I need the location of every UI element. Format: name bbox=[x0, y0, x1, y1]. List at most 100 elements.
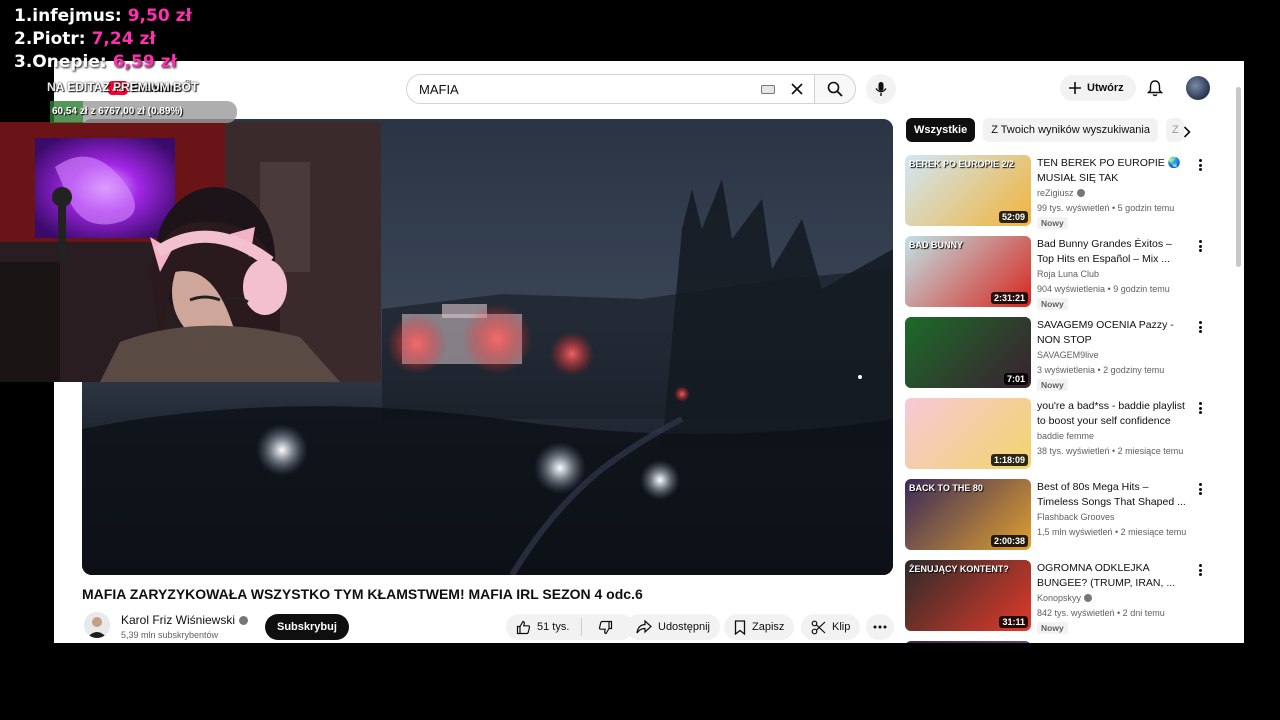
recommendation-item[interactable]: BACK TO THE 80 2:00:38 Best of 80s Mega Hi… bbox=[905, 479, 1210, 556]
webcam-overlay bbox=[0, 122, 381, 382]
like-button[interactable]: 51 tys. bbox=[506, 618, 583, 636]
leaderboard-rank: 1. bbox=[14, 6, 33, 26]
new-badge: Nowy bbox=[1037, 622, 1068, 634]
thumbs-down-icon bbox=[599, 620, 613, 634]
recommendation-channel[interactable]: SAVAGEM9live bbox=[1037, 350, 1099, 360]
more-vertical-icon[interactable] bbox=[1195, 319, 1205, 335]
recommendation-channel[interactable]: Flashback Grooves bbox=[1037, 512, 1115, 522]
video-thumbnail[interactable]: BACK TO THE 80 2:00:38 bbox=[905, 479, 1031, 550]
save-button[interactable]: Zapisz bbox=[724, 614, 795, 640]
recommendation-title[interactable]: TEN BEREK PO EUROPIE 🌏 MUSIAŁ SIĘ TAK SK… bbox=[1037, 156, 1189, 186]
recommendation-channel[interactable]: Konopskyy bbox=[1037, 593, 1093, 603]
bookmark-icon bbox=[734, 619, 746, 635]
recommendation-item[interactable]: 1:18:09 you're a bad*ss - baddie playlist… bbox=[905, 398, 1210, 475]
more-vertical-icon[interactable] bbox=[1195, 562, 1205, 578]
recommendation-meta: 842 tys. wyświetleń • 2 dni temu bbox=[1037, 608, 1165, 618]
recommendations-list: BEREK PO EUROPIE 2/2 52:09 TEN BEREK PO EU… bbox=[905, 155, 1210, 643]
recommendation-channel-label[interactable]: baddie femme bbox=[1037, 431, 1094, 441]
stream-overlay-tag: NA EDITAZ PREMIUM BOT bbox=[47, 80, 199, 94]
search-input-value[interactable]: MAFIA bbox=[419, 82, 761, 97]
dislike-button[interactable] bbox=[588, 620, 623, 635]
recommendation-item[interactable]: TrapSoul Mix (2026) | Chris bbox=[905, 641, 1210, 643]
recommendation-channel-label[interactable]: Flashback Grooves bbox=[1037, 512, 1115, 522]
recommendation-meta: 1,5 mln wyświetleń • 2 miesiące temu bbox=[1037, 527, 1187, 537]
recommendation-meta: 3 wyświetlenia • 2 godziny temu bbox=[1037, 365, 1165, 375]
recommendation-title[interactable]: TrapSoul Mix (2026) | Chris bbox=[1037, 642, 1189, 643]
channel-name-label[interactable]: Karol Friz Wiśniewski bbox=[121, 613, 235, 627]
video-thumbnail[interactable]: 1:18:09 bbox=[905, 398, 1031, 469]
leaderboard-amount: 9,50 zł bbox=[127, 6, 192, 26]
recommendation-meta: 38 tys. wyświetleń • 2 miesiące temu bbox=[1037, 446, 1184, 456]
recommendation-meta: 904 wyświetlenia • 9 godzin temu bbox=[1037, 284, 1170, 294]
clear-search-icon[interactable] bbox=[785, 77, 809, 101]
leaderboard-row: 2. Piotr: 7,24 zł bbox=[14, 29, 192, 52]
recommendation-channel[interactable]: Roja Luna Club bbox=[1037, 269, 1099, 279]
recommendation-title[interactable]: Bad Bunny Grandes Éxitos – Top Hits en E… bbox=[1037, 237, 1189, 267]
more-vertical-icon[interactable] bbox=[1195, 238, 1205, 254]
desktop-stage: 1. infejmus: 9,50 zł 2. Piotr: 7,24 zł 3. One… bbox=[0, 0, 1280, 720]
subscribe-button[interactable]: Subskrybuj bbox=[265, 614, 349, 640]
new-badge: Nowy bbox=[1037, 298, 1068, 310]
account-avatar[interactable] bbox=[1186, 76, 1210, 100]
video-duration: 7:01 bbox=[1003, 373, 1028, 385]
notifications-button[interactable] bbox=[1144, 77, 1166, 99]
chip-from-search[interactable]: Z Twoich wyników wyszukiwania bbox=[983, 118, 1158, 142]
video-thumbnail[interactable]: BEREK PO EUROPIE 2/2 52:09 bbox=[905, 155, 1031, 226]
recommendation-channel[interactable]: reZigiusz bbox=[1037, 188, 1085, 198]
recommendation-channel-label[interactable]: Roja Luna Club bbox=[1037, 269, 1099, 279]
keyboard-icon[interactable] bbox=[761, 84, 775, 94]
leaderboard-amount: 6,59 zł bbox=[112, 52, 177, 72]
video-duration: 52:09 bbox=[998, 211, 1028, 223]
recommendation-item[interactable]: BEREK PO EUROPIE 2/2 52:09 TEN BEREK PO EU… bbox=[905, 155, 1210, 232]
create-button[interactable]: Utwórz bbox=[1060, 75, 1136, 101]
save-label: Zapisz bbox=[752, 621, 785, 633]
recommendation-title[interactable]: SAVAGEM9 OCENIA Pazzy - NON STOP bbox=[1037, 318, 1189, 348]
share-icon bbox=[636, 620, 652, 634]
recommendation-item[interactable]: BAD BUNNY 2:31:21 Bad Bunny Grandes Éxitos… bbox=[905, 236, 1210, 313]
new-badge: Nowy bbox=[1037, 217, 1068, 229]
recommendation-item[interactable]: ŻENUJĄCY KONTENT? 31:11 OGROMNA ODKLEJKA B… bbox=[905, 560, 1210, 637]
leaderboard-rank: 3. bbox=[14, 52, 33, 72]
recommendation-title[interactable]: Best of 80s Mega Hits – Timeless Songs T… bbox=[1037, 480, 1189, 510]
video-thumbnail[interactable]: BAD BUNNY 2:31:21 bbox=[905, 236, 1031, 307]
recommendation-channel-label[interactable]: SAVAGEM9live bbox=[1037, 350, 1099, 360]
clip-label: Klip bbox=[832, 621, 851, 633]
voice-search-button[interactable] bbox=[866, 74, 896, 104]
channel-name[interactable]: Karol Friz Wiśniewski bbox=[121, 613, 249, 627]
recommendation-channel-label[interactable]: Konopskyy bbox=[1037, 593, 1081, 603]
clip-button[interactable]: Klip bbox=[801, 614, 861, 640]
video-duration: 2:31:21 bbox=[990, 292, 1028, 304]
more-vertical-icon[interactable] bbox=[1195, 157, 1205, 173]
chevron-right-icon bbox=[1183, 126, 1191, 138]
microphone-icon bbox=[875, 82, 887, 96]
verified-icon bbox=[1084, 594, 1093, 602]
channel-avatar[interactable] bbox=[84, 612, 110, 638]
thumbnail-text: BACK TO THE 80 bbox=[909, 483, 983, 493]
more-actions-button[interactable] bbox=[866, 614, 894, 640]
video-duration: 31:11 bbox=[999, 616, 1028, 628]
search-input[interactable]: MAFIA bbox=[406, 74, 816, 104]
goal-text: 60,54 zł z 6767,00 zł (0.89%) bbox=[52, 106, 183, 117]
verified-icon bbox=[239, 615, 249, 625]
chip-all[interactable]: Wszystkie bbox=[906, 118, 976, 142]
more-horizontal-icon bbox=[873, 625, 887, 629]
recommendation-channel-label[interactable]: reZigiusz bbox=[1037, 188, 1074, 198]
more-vertical-icon[interactable] bbox=[1195, 400, 1205, 416]
more-vertical-icon[interactable] bbox=[1195, 481, 1205, 497]
recommendation-title[interactable]: you're a bad*ss - baddie playlist to boo… bbox=[1037, 399, 1189, 429]
search-button[interactable] bbox=[814, 74, 856, 104]
thumbnail-text: ŻENUJĄCY KONTENT? bbox=[909, 564, 1009, 574]
video-thumbnail[interactable] bbox=[905, 641, 1031, 643]
share-button[interactable]: Udostępnij bbox=[626, 614, 720, 640]
video-thumbnail[interactable]: ŻENUJĄCY KONTENT? 31:11 bbox=[905, 560, 1031, 631]
chips-next-button[interactable] bbox=[1176, 121, 1198, 143]
video-thumbnail[interactable]: 7:01 bbox=[905, 317, 1031, 388]
recommendation-item[interactable]: 7:01 SAVAGEM9 OCENIA Pazzy - NON STOP SAVA… bbox=[905, 317, 1210, 394]
create-button-label: Utwórz bbox=[1087, 82, 1124, 94]
recommendation-title[interactable]: OGROMNA ODKLEJKA BUNGEE? (TRUMP, IRAN, .… bbox=[1037, 561, 1189, 591]
scrollbar-thumb[interactable] bbox=[1236, 87, 1241, 267]
thumbnail-text: BEREK PO EUROPIE 2/2 bbox=[909, 159, 1015, 169]
verified-icon bbox=[1076, 189, 1085, 197]
search-icon bbox=[827, 81, 843, 97]
recommendation-channel[interactable]: baddie femme bbox=[1037, 431, 1094, 441]
